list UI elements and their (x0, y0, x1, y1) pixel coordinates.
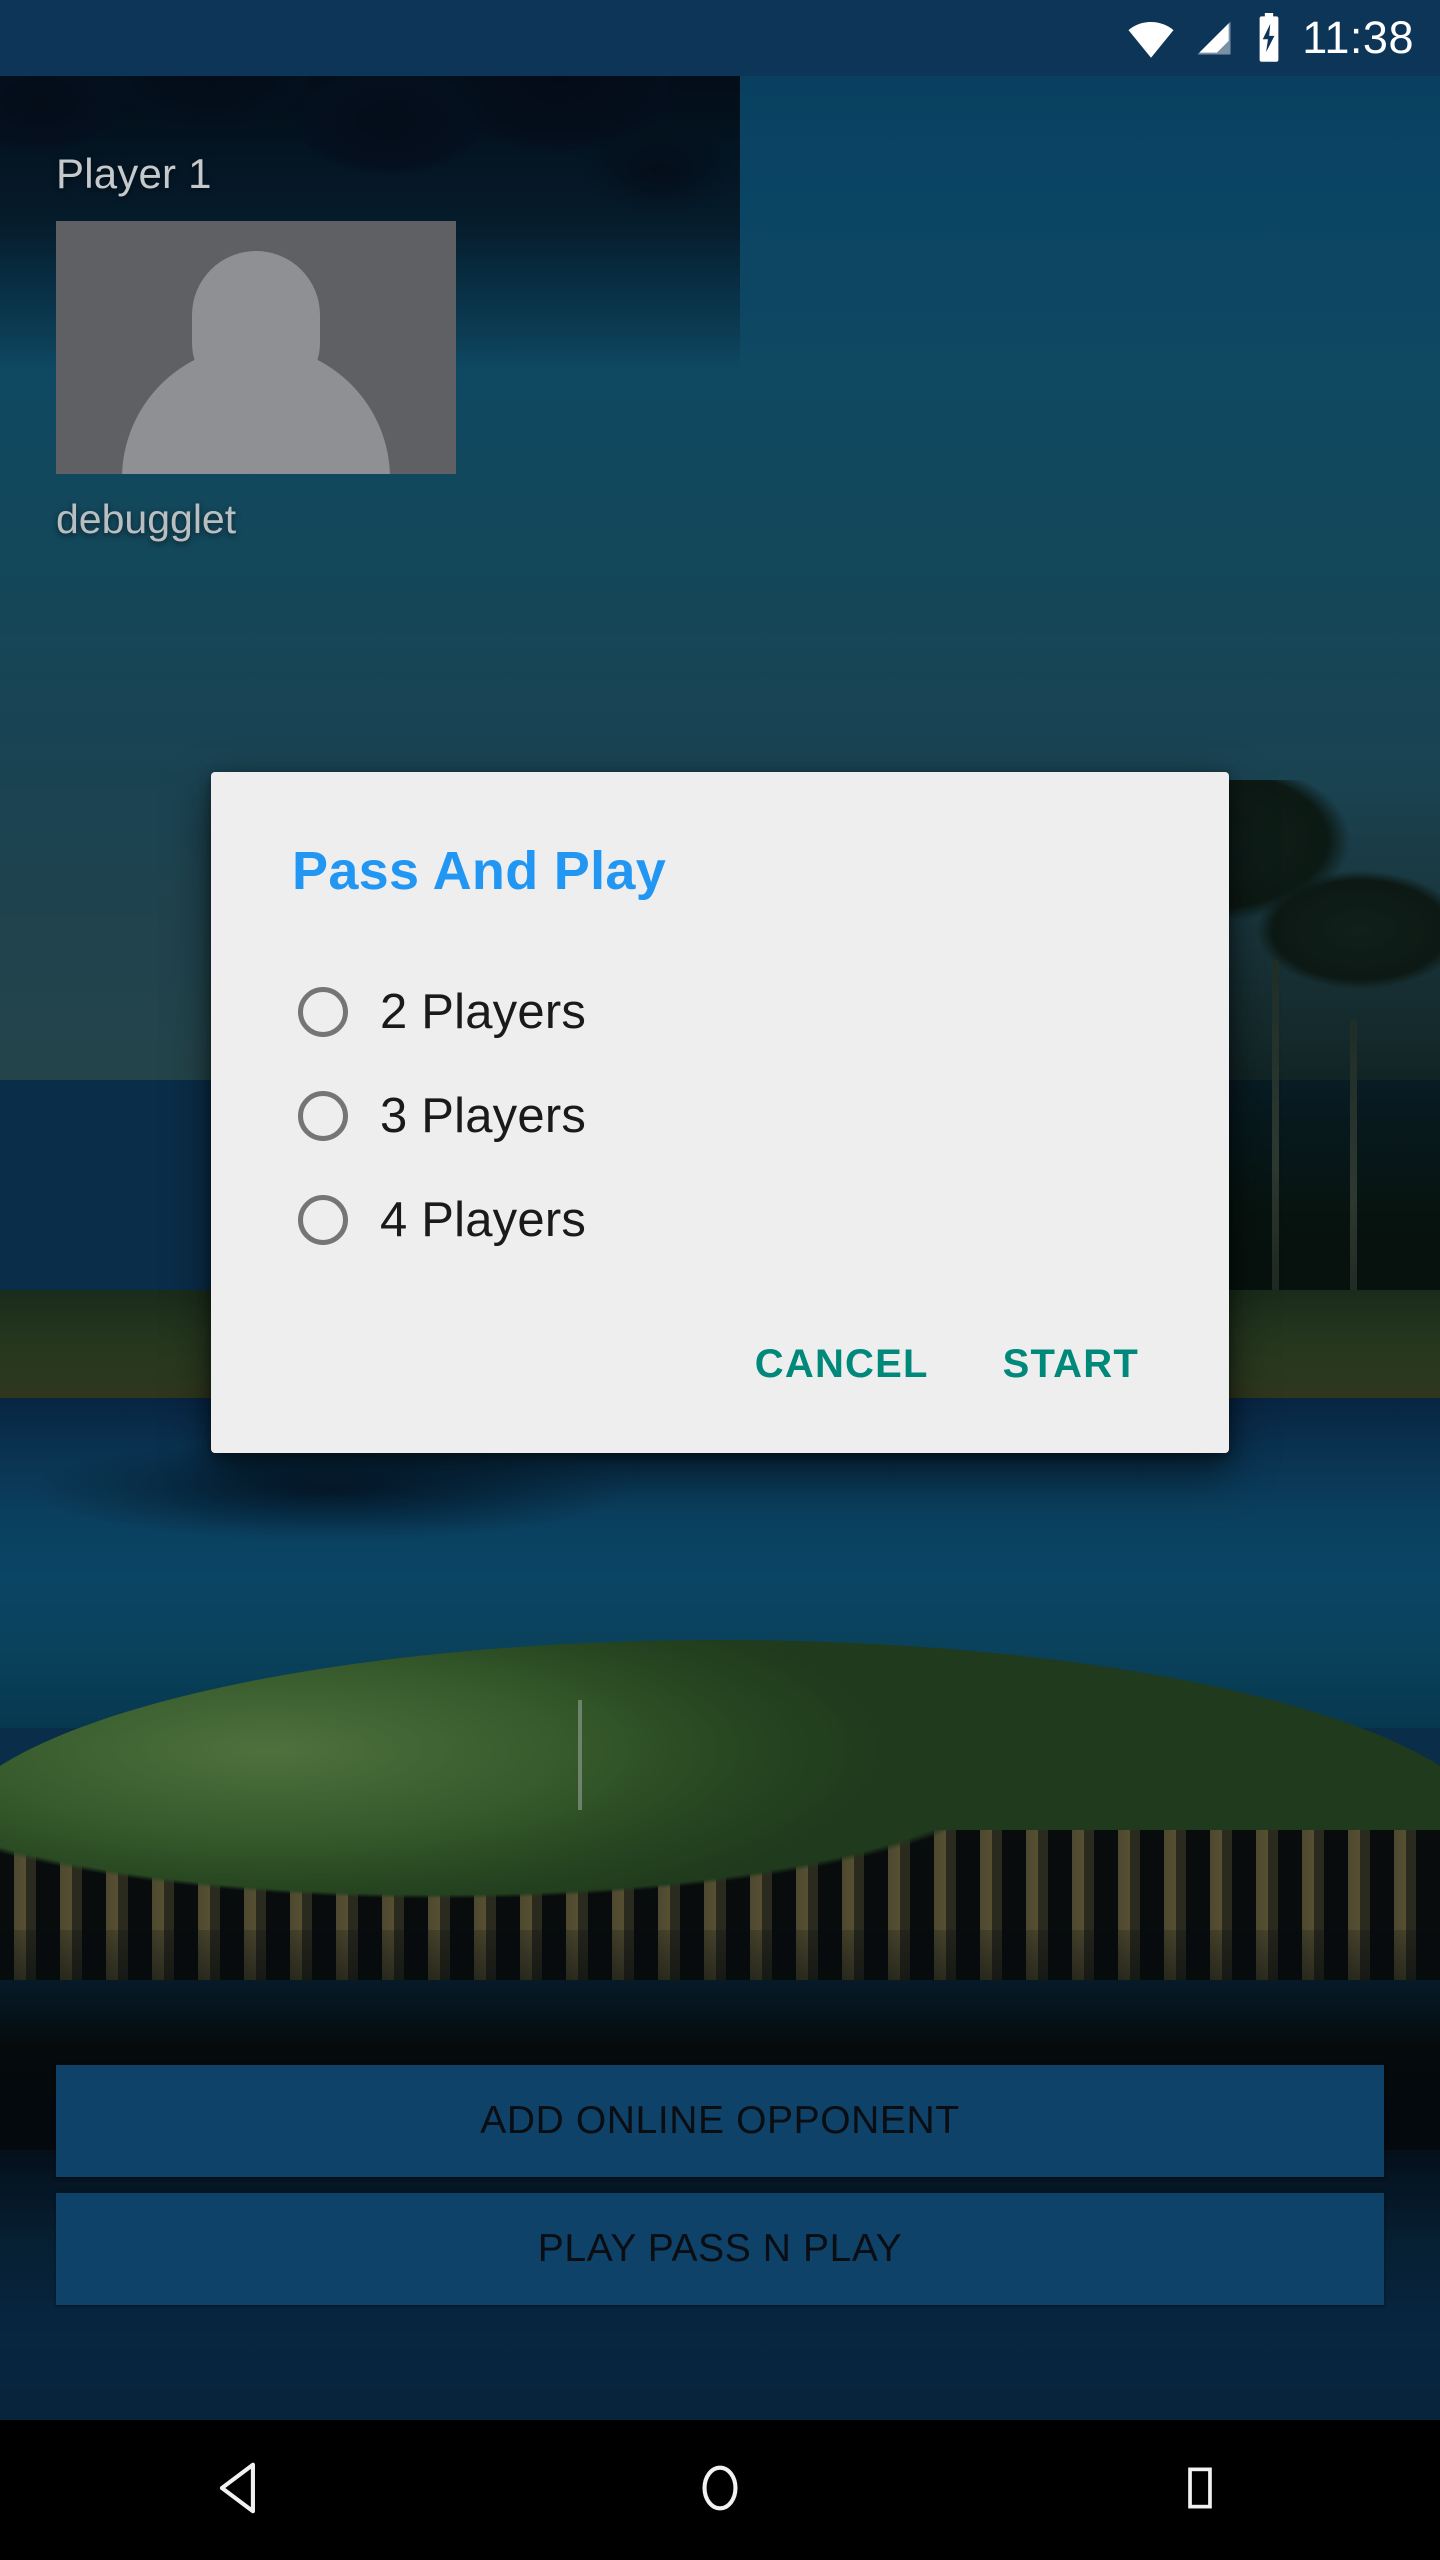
nav-recents-button[interactable] (960, 2420, 1440, 2560)
start-button[interactable]: START (977, 1328, 1165, 1401)
radio-unchecked-icon[interactable] (298, 987, 348, 1037)
dialog-action-bar: CANCEL START (211, 1272, 1229, 1453)
pass-and-play-dialog: Pass And Play 2 Players 3 Players 4 Play… (211, 772, 1229, 1453)
back-triangle-icon (209, 2457, 271, 2524)
android-navigation-bar (0, 2420, 1440, 2560)
recents-square-icon (1174, 2462, 1226, 2519)
radio-option-label: 2 Players (380, 985, 587, 1039)
radio-option-label: 4 Players (380, 1193, 587, 1247)
dialog-title: Pass And Play (292, 841, 667, 901)
radio-option-2-players[interactable]: 2 Players (211, 960, 1229, 1064)
status-bar: 11:38 (0, 0, 1440, 76)
wifi-icon (1126, 13, 1176, 63)
radio-unchecked-icon[interactable] (298, 1195, 348, 1245)
nav-back-button[interactable] (0, 2420, 480, 2560)
radio-option-3-players[interactable]: 3 Players (211, 1064, 1229, 1168)
cancel-button[interactable]: CANCEL (729, 1328, 955, 1401)
radio-option-4-players[interactable]: 4 Players (211, 1168, 1229, 1272)
radio-unchecked-icon[interactable] (298, 1091, 348, 1141)
battery-charging-icon (1252, 13, 1286, 63)
home-circle-icon (691, 2459, 749, 2522)
player-count-radio-group: 2 Players 3 Players 4 Players (211, 902, 1229, 1272)
status-bar-clock: 11:38 (1302, 12, 1414, 63)
phone-screen: 11:38 Player 1 debugglet ADD ONLINE OPPO… (0, 0, 1440, 2560)
cellular-signal-icon (1192, 16, 1236, 60)
radio-option-label: 3 Players (380, 1089, 587, 1143)
nav-home-button[interactable] (480, 2420, 960, 2560)
